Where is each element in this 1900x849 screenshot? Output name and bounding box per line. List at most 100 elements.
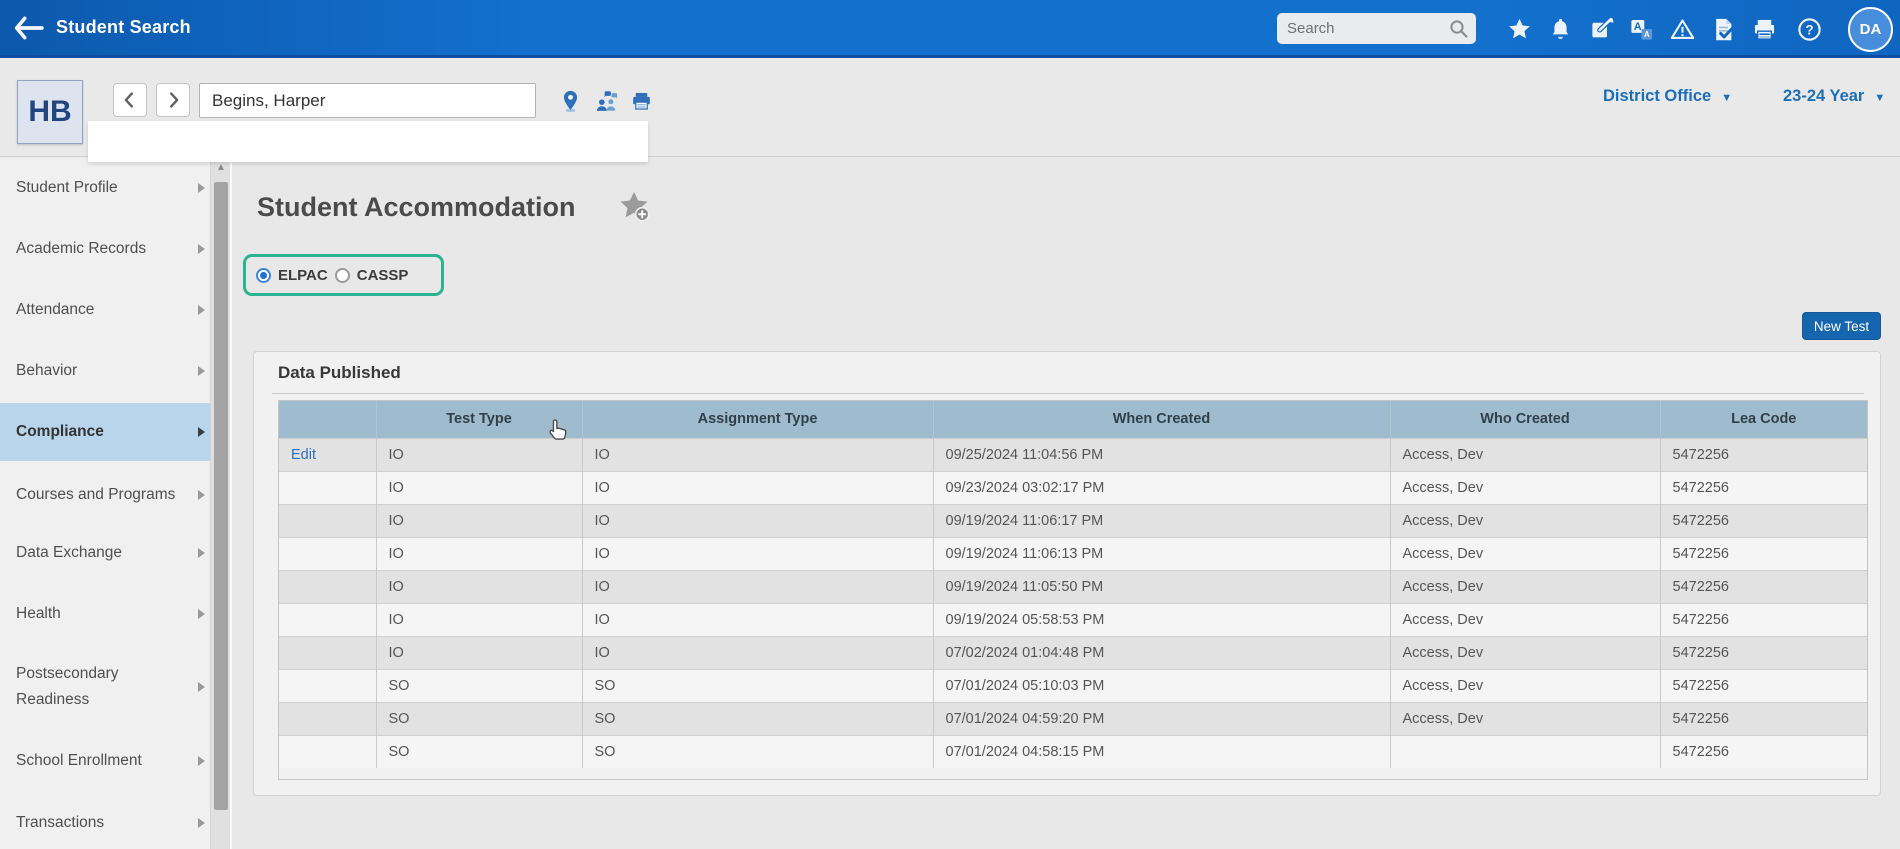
sidebar-item-attendance[interactable]: Attendance (0, 282, 210, 338)
scroll-up-arrow-icon[interactable]: ▲ (211, 162, 231, 173)
sidebar-item-school-enrollment[interactable]: School Enrollment (0, 733, 210, 789)
radio-elpac[interactable] (256, 268, 271, 283)
print-icon[interactable] (1751, 16, 1778, 43)
chevron-right-icon (198, 756, 205, 766)
test-type-cell: SO (376, 702, 582, 735)
who-created-cell: Access, Dev (1390, 504, 1660, 537)
when-created-cell: 07/01/2024 04:59:20 PM (933, 702, 1390, 735)
location-pin-icon[interactable] (558, 89, 583, 114)
sidebar-item-student-profile[interactable]: Student Profile (0, 160, 210, 216)
edit-link[interactable]: Edit (291, 447, 316, 463)
radio-cassp[interactable] (335, 268, 350, 283)
chevron-down-icon: ▼ (1874, 92, 1885, 104)
add-favorite-star-icon[interactable] (617, 189, 651, 223)
student-suggest-dropdown[interactable] (88, 121, 648, 162)
who-created-cell: Access, Dev (1390, 471, 1660, 504)
lea-code-cell: 5472256 (1660, 735, 1867, 768)
test-type-radio-group: ELPAC CASSP (243, 254, 444, 296)
student-name-input[interactable] (199, 83, 536, 118)
sidebar-item-label: Compliance (0, 419, 128, 445)
table-row: IOIO09/23/2024 03:02:17 PMAccess, Dev547… (279, 471, 1867, 504)
scrollbar-thumb[interactable] (214, 182, 228, 810)
assignment-type-cell: IO (582, 438, 933, 471)
sidebar-item-data-exchange[interactable]: Data Exchange (0, 525, 210, 581)
school-selector-label: District Office (1603, 87, 1711, 105)
help-icon[interactable]: ? (1796, 16, 1823, 43)
prev-student-button[interactable] (113, 83, 147, 117)
test-type-cell: SO (376, 669, 582, 702)
action-cell (279, 570, 376, 603)
global-search (1277, 13, 1476, 44)
year-selector[interactable]: 23-24 Year ▼ (1783, 83, 1885, 109)
test-type-cell: IO (376, 537, 582, 570)
column-header[interactable]: When Created (933, 401, 1390, 438)
sidebar-item-courses-and-programs[interactable]: Courses and Programs (0, 467, 210, 523)
compose-icon[interactable] (1589, 16, 1616, 43)
chevron-right-icon (198, 818, 205, 828)
sidebar-item-behavior[interactable]: Behavior (0, 343, 210, 399)
assignment-type-cell: IO (582, 504, 933, 537)
chevron-right-icon (198, 427, 205, 437)
when-created-cell: 09/19/2024 11:06:13 PM (933, 537, 1390, 570)
next-student-button[interactable] (156, 83, 190, 117)
sidebar-item-label: Data Exchange (0, 540, 146, 566)
chevron-right-icon (198, 244, 205, 254)
back-arrow-icon[interactable] (12, 13, 46, 43)
radio-cassp-label[interactable]: CASSP (357, 267, 409, 284)
sidebar-item-transactions[interactable]: Transactions (0, 795, 210, 849)
document-check-icon[interactable] (1710, 16, 1737, 43)
radio-elpac-label[interactable]: ELPAC (278, 267, 328, 284)
sidebar-scrollbar[interactable]: ▲ (210, 158, 230, 849)
year-selector-label: 23-24 Year (1783, 87, 1864, 105)
user-avatar[interactable]: DA (1848, 7, 1893, 52)
column-header[interactable]: Test Type (376, 401, 582, 438)
sidebar-item-postsecondary-readiness[interactable]: Postsecondary Readiness (0, 645, 210, 729)
results-table-wrap: Test TypeAssignment TypeWhen CreatedWho … (278, 400, 1868, 780)
warning-icon[interactable] (1669, 16, 1696, 43)
test-type-cell: IO (376, 438, 582, 471)
action-cell (279, 537, 376, 570)
translate-icon[interactable]: A A (1628, 16, 1655, 43)
sidebar-item-compliance[interactable]: Compliance (0, 403, 210, 461)
action-cell (279, 603, 376, 636)
lea-code-cell: 5472256 (1660, 669, 1867, 702)
who-created-cell: Access, Dev (1390, 669, 1660, 702)
table-row: SOSO07/01/2024 04:58:15 PM5472256 (279, 735, 1867, 768)
notifications-bell-icon[interactable] (1547, 16, 1574, 43)
sidebar-item-academic-records[interactable]: Academic Records (0, 221, 210, 277)
when-created-cell: 07/01/2024 04:58:15 PM (933, 735, 1390, 768)
new-test-button[interactable]: New Test (1802, 312, 1881, 340)
chevron-right-icon (198, 305, 205, 315)
when-created-cell: 07/02/2024 01:04:48 PM (933, 636, 1390, 669)
sidebar-item-label: Transactions (0, 810, 128, 836)
action-cell (279, 504, 376, 537)
column-header[interactable]: Lea Code (1660, 401, 1867, 438)
sidebar-item-label: Attendance (0, 297, 118, 323)
app-window: Student Search A A (0, 0, 1900, 849)
sidebar-item-label: Behavior (0, 358, 101, 384)
action-cell (279, 702, 376, 735)
search-icon[interactable] (1447, 17, 1471, 41)
column-header[interactable]: Assignment Type (582, 401, 933, 438)
panel-title: Data Published (278, 363, 401, 383)
when-created-cell: 09/23/2024 03:02:17 PM (933, 471, 1390, 504)
print-student-icon[interactable] (629, 89, 654, 114)
column-header[interactable]: Who Created (1390, 401, 1660, 438)
test-type-cell: IO (376, 570, 582, 603)
page-title: Student Accommodation (257, 192, 576, 223)
action-cell (279, 636, 376, 669)
sidebar-item-label: Health (0, 601, 85, 627)
action-cell: Edit (279, 438, 376, 471)
chevron-right-icon (198, 548, 205, 558)
lea-code-cell: 5472256 (1660, 636, 1867, 669)
people-chat-icon[interactable] (594, 89, 619, 114)
table-row: EditIOIO09/25/2024 11:04:56 PMAccess, De… (279, 438, 1867, 471)
table-row: IOIO09/19/2024 11:06:17 PMAccess, Dev547… (279, 504, 1867, 537)
assignment-type-cell: IO (582, 603, 933, 636)
school-selector[interactable]: District Office▼ (1603, 83, 1732, 109)
table-row: IOIO07/02/2024 01:04:48 PMAccess, Dev547… (279, 636, 1867, 669)
sidebar-item-health[interactable]: Health (0, 586, 210, 642)
favorites-star-icon[interactable] (1506, 16, 1533, 43)
chevron-right-icon (198, 183, 205, 193)
page-header-title: Student Search (56, 0, 191, 55)
